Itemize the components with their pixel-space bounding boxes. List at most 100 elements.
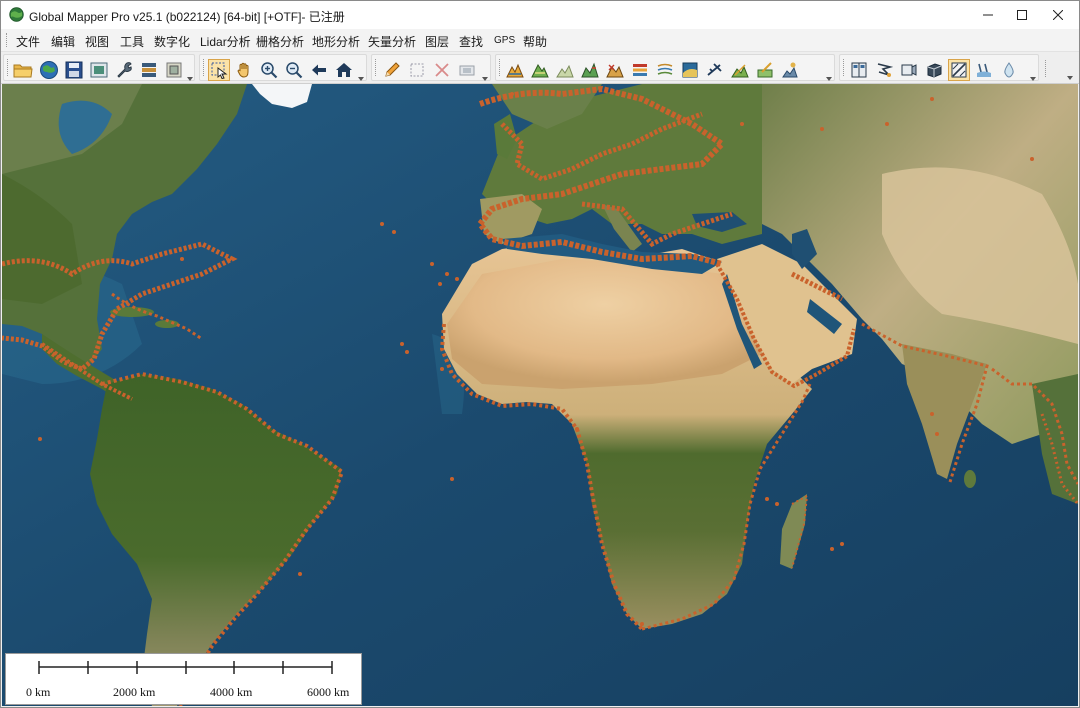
- menu-search[interactable]: 查找: [459, 33, 483, 50]
- overlay-control-button[interactable]: [163, 59, 185, 81]
- main-toolbar: [1, 52, 1079, 84]
- satellite-basemap: [2, 84, 1078, 706]
- scale-label-6000: 6000 km: [307, 685, 350, 699]
- previous-view-button[interactable]: [308, 59, 330, 81]
- control-center-button[interactable]: [138, 59, 160, 81]
- save-button[interactable]: [63, 59, 85, 81]
- wrench-icon: [117, 62, 132, 78]
- menu-view[interactable]: 视图: [85, 33, 109, 50]
- scale-bar: 0 km 2000 km 4000 km 6000 km: [5, 653, 362, 705]
- terrain-2-icon: [531, 64, 549, 78]
- menu-grip[interactable]: [6, 33, 10, 47]
- toolbar-group-view: [839, 54, 1039, 81]
- water-level-icon: [977, 63, 991, 77]
- terrain-10-icon: [731, 64, 749, 78]
- menu-digitize[interactable]: 数字化: [154, 33, 190, 50]
- pan-hand-icon: [237, 62, 249, 78]
- scale-label-4000: 4000 km: [210, 685, 253, 699]
- terrain-8-icon: [682, 62, 698, 78]
- zoom-in-icon: [261, 62, 278, 79]
- toolbar-grip[interactable]: [1045, 60, 1049, 77]
- split-view-button[interactable]: [848, 59, 870, 81]
- terrain-3-icon: [556, 64, 574, 78]
- terrain-tool-8-button[interactable]: [679, 59, 701, 81]
- pencil-icon: [385, 62, 400, 77]
- toolbar-overflow-icon[interactable]: [1067, 76, 1073, 81]
- measure-button[interactable]: [456, 59, 478, 81]
- toolbar-grip[interactable]: [203, 59, 207, 76]
- select-box-icon: [410, 63, 424, 77]
- menu-edit[interactable]: 编辑: [51, 33, 75, 50]
- zoom-in-button[interactable]: [258, 59, 280, 81]
- home-icon: [336, 63, 352, 77]
- menu-layer[interactable]: 图层: [425, 33, 449, 50]
- overlay-control-icon: [166, 62, 182, 78]
- terrain-tool-4-button[interactable]: [579, 59, 601, 81]
- title-bar: Global Mapper Pro v25.1 (b022124) [64-bi…: [1, 1, 1079, 29]
- image-export-button[interactable]: [88, 59, 110, 81]
- draw-button[interactable]: [381, 59, 403, 81]
- shader-button[interactable]: [948, 59, 970, 81]
- path-profile-button[interactable]: [873, 59, 895, 81]
- maximize-icon: [1017, 10, 1027, 20]
- terrain-tool-6-button[interactable]: [629, 59, 651, 81]
- config-button[interactable]: [113, 59, 135, 81]
- toolbar-dropdown-icon[interactable]: [187, 77, 193, 82]
- close-button[interactable]: [1035, 1, 1079, 29]
- pan-tool-button[interactable]: [233, 59, 255, 81]
- shader-icon: [951, 62, 967, 78]
- water-level-button[interactable]: [973, 59, 995, 81]
- menu-lidar[interactable]: Lidar分析: [200, 33, 251, 50]
- terrain-9-icon: [707, 63, 722, 76]
- terrain-1-icon: [506, 63, 524, 78]
- menu-terrain[interactable]: 地形分析: [312, 33, 360, 50]
- scale-label-2000: 2000 km: [113, 685, 156, 699]
- close-icon: [1053, 10, 1063, 20]
- menu-gps[interactable]: GPS: [494, 35, 515, 46]
- terrain-tool-1-button[interactable]: [504, 59, 526, 81]
- select-box-button[interactable]: [406, 59, 428, 81]
- toolbar-grip[interactable]: [7, 59, 11, 76]
- terrain-tool-3-button[interactable]: [554, 59, 576, 81]
- view-3d-button[interactable]: [898, 59, 920, 81]
- measure-icon: [459, 65, 475, 76]
- terrain-6-icon: [633, 64, 647, 76]
- minimize-icon: [983, 14, 993, 16]
- three-d-button[interactable]: [923, 59, 945, 81]
- digitizer-tool-button[interactable]: [208, 59, 230, 81]
- scale-label-0: 0 km: [26, 685, 51, 699]
- terrain-tool-12-button[interactable]: [779, 59, 801, 81]
- terrain-tool-10-button[interactable]: [729, 59, 751, 81]
- menu-raster[interactable]: 栅格分析: [256, 33, 304, 50]
- toolbar-dropdown-icon[interactable]: [826, 77, 832, 82]
- zoom-out-button[interactable]: [283, 59, 305, 81]
- terrain-tool-7-button[interactable]: [654, 59, 676, 81]
- terrain-11-icon: [757, 62, 773, 78]
- menu-file[interactable]: 文件: [16, 33, 40, 50]
- menu-vector[interactable]: 矢量分析: [368, 33, 416, 50]
- toolbar-dropdown-icon[interactable]: [1030, 77, 1036, 82]
- save-icon: [65, 61, 83, 79]
- menu-tools[interactable]: 工具: [120, 33, 144, 50]
- map-view[interactable]: [2, 84, 1078, 706]
- terrain-tool-9-button[interactable]: [704, 59, 726, 81]
- terrain-tool-2-button[interactable]: [529, 59, 551, 81]
- open-button[interactable]: [12, 59, 34, 81]
- open-folder-icon: [13, 64, 33, 78]
- zoom-out-icon: [286, 62, 303, 79]
- scale-ruler: [38, 661, 333, 674]
- terrain-tool-11-button[interactable]: [754, 59, 776, 81]
- toolbar-dropdown-icon[interactable]: [358, 77, 364, 82]
- toolbar-grip[interactable]: [499, 59, 503, 76]
- globe-button[interactable]: [38, 59, 60, 81]
- layers-icon: [142, 63, 156, 77]
- toolbar-grip[interactable]: [375, 59, 379, 76]
- toolbar-grip[interactable]: [843, 59, 847, 76]
- menu-help[interactable]: 帮助: [523, 33, 547, 50]
- water-drop-button[interactable]: [998, 59, 1020, 81]
- toolbar-dropdown-icon[interactable]: [482, 77, 488, 82]
- delete-button[interactable]: [431, 59, 453, 81]
- home-button[interactable]: [333, 59, 355, 81]
- terrain-tool-5-button[interactable]: [604, 59, 626, 81]
- terrain-7-icon: [657, 63, 673, 75]
